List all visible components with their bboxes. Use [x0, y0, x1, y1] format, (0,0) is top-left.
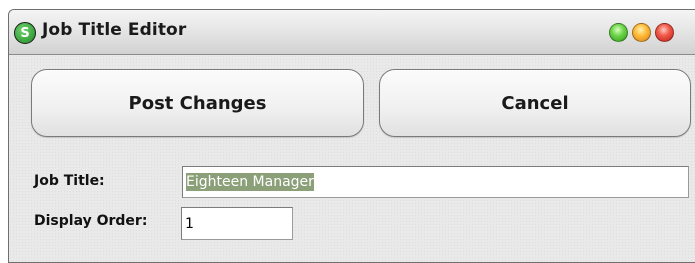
display-order-input[interactable]: 1	[181, 207, 293, 240]
job-title-input[interactable]: Eighteen Manager	[182, 166, 689, 198]
cancel-button[interactable]: Cancel	[379, 69, 691, 137]
window-title: Job Title Editor	[42, 20, 187, 40]
job-title-editor-window: S Job Title Editor Post Changes Cancel J…	[8, 9, 695, 263]
app-logo-icon: S	[14, 22, 36, 44]
title-bar[interactable]: S Job Title Editor	[9, 10, 695, 55]
display-order-label: Display Order:	[34, 213, 148, 229]
post-changes-button[interactable]: Post Changes	[31, 69, 364, 137]
display-order-value: 1	[185, 215, 194, 232]
close-button[interactable]	[655, 23, 674, 42]
minimize-button[interactable]	[632, 23, 651, 42]
maximize-button[interactable]	[609, 23, 628, 42]
job-title-label: Job Title:	[34, 173, 105, 189]
job-title-value: Eighteen Manager	[186, 173, 314, 191]
